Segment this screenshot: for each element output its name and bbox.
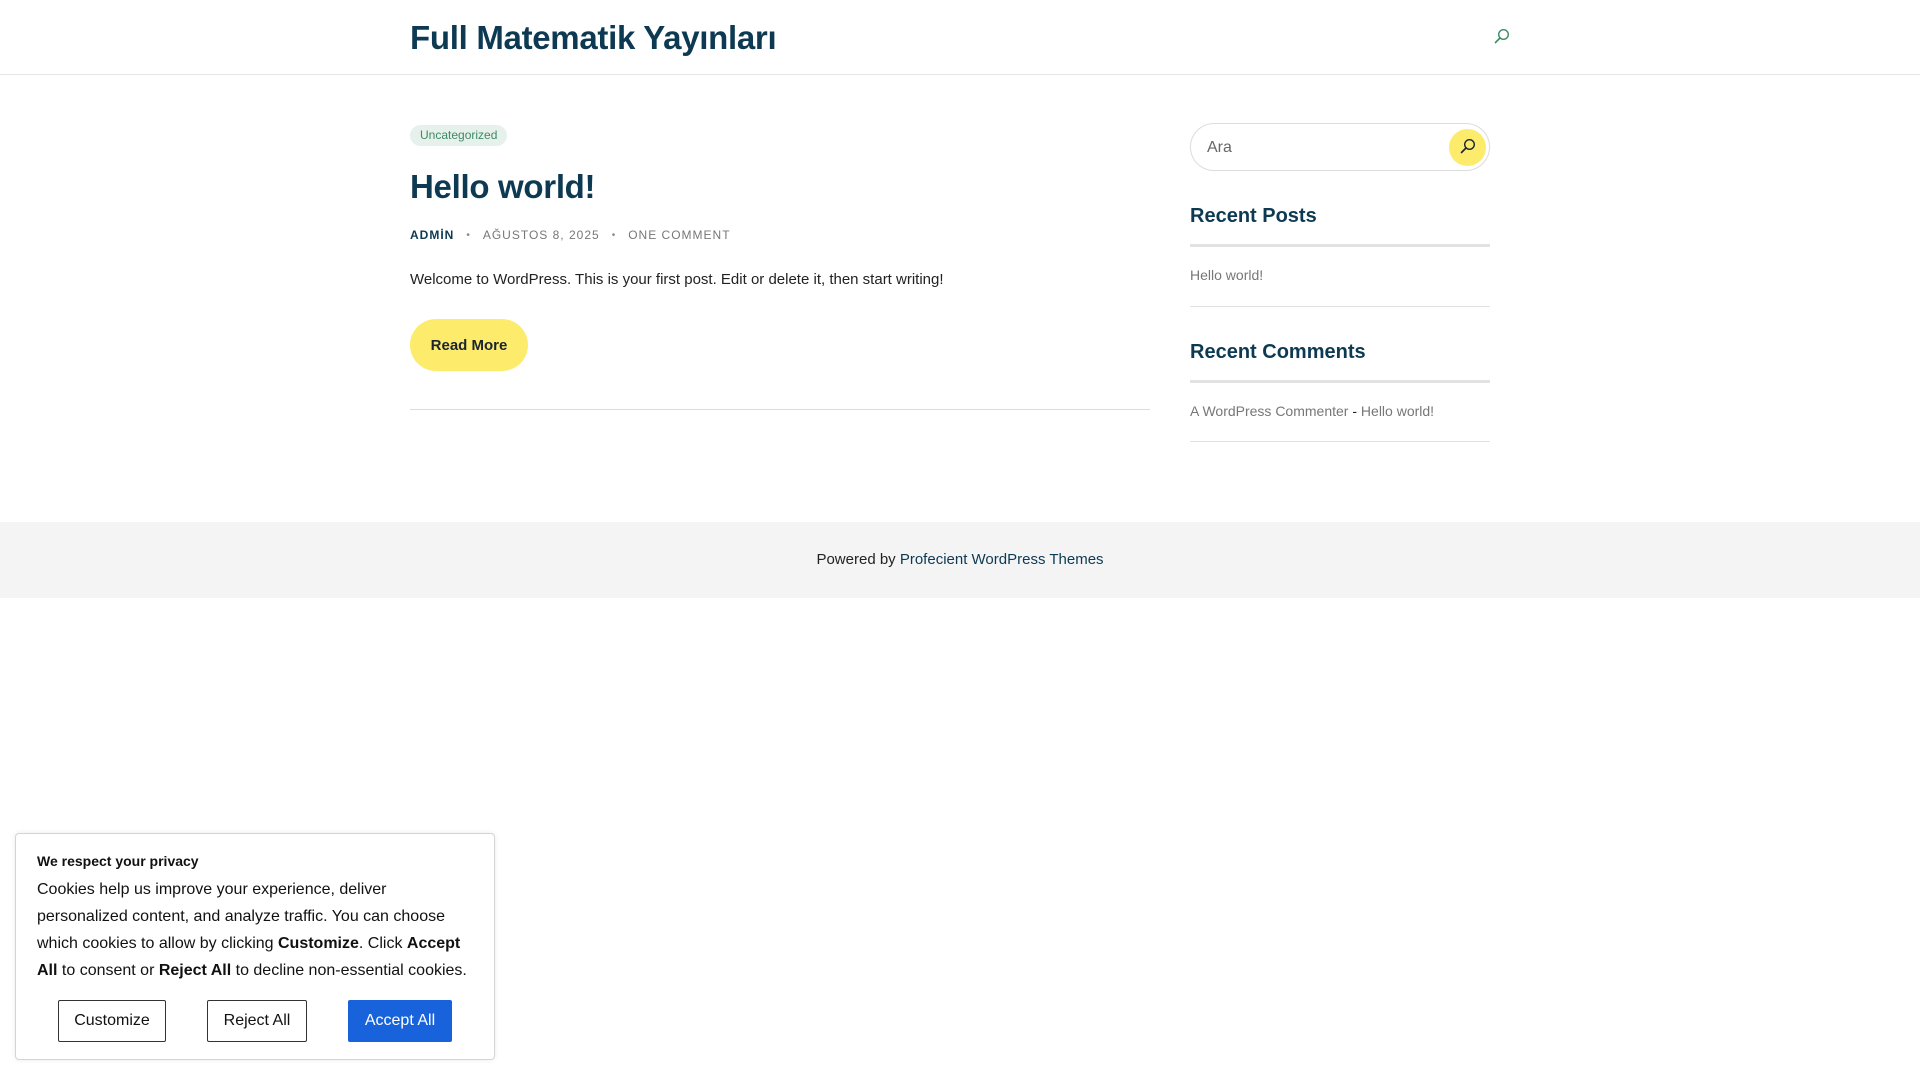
site-header: Full Matematik Yayınları xyxy=(0,0,1920,75)
post-comments-link[interactable]: ONE COMMENT xyxy=(628,228,730,242)
recent-posts-title: Recent Posts xyxy=(1190,205,1317,227)
search-input[interactable] xyxy=(1207,136,1427,160)
footer-prefix: Powered by xyxy=(816,551,900,568)
meta-separator: • xyxy=(466,229,471,241)
footer-credit: Powered by Profecient WordPress Themes xyxy=(0,551,1920,568)
widget-divider xyxy=(1190,244,1490,247)
post-excerpt: Welcome to WordPress. This is your first… xyxy=(410,271,944,288)
recent-post-item[interactable]: Hello world! xyxy=(1190,267,1263,283)
post-date[interactable]: AĞUSTOS 8, 2025 xyxy=(483,228,600,242)
widget-divider xyxy=(1190,306,1490,307)
search-icon[interactable] xyxy=(1492,26,1512,46)
site-footer: Powered by Profecient WordPress Themes xyxy=(0,522,1920,598)
post-title[interactable]: Hello world! xyxy=(410,168,596,206)
widget-divider xyxy=(1190,380,1490,383)
reject-all-button[interactable]: Reject All xyxy=(207,1000,307,1042)
cookie-consent-banner: We respect your privacy Cookies help us … xyxy=(15,833,495,1060)
sidebar-search-form xyxy=(1190,123,1490,171)
comment-post-link[interactable]: Hello world! xyxy=(1361,403,1434,419)
comment-author-link[interactable]: A WordPress Commenter xyxy=(1190,403,1348,419)
accept-all-button[interactable]: Accept All xyxy=(348,1000,452,1042)
recent-comments-title: Recent Comments xyxy=(1190,341,1366,363)
site-title[interactable]: Full Matematik Yayınları xyxy=(410,19,777,57)
recent-post-link[interactable]: Hello world! xyxy=(1190,267,1263,283)
meta-separator: • xyxy=(611,229,617,241)
comment-separator: - xyxy=(1348,403,1361,419)
cookie-description: Cookies help us improve your experience,… xyxy=(37,881,467,979)
category-badge[interactable]: Uncategorized xyxy=(410,125,508,146)
post-meta: ADMİN • AĞUSTOS 8, 2025 • ONE COMMENT xyxy=(410,228,731,242)
post-article: Uncategorized Hello world! ADMİN • AĞUST… xyxy=(410,122,1150,410)
recent-comment-item: A WordPress Commenter - Hello world! xyxy=(1190,403,1434,419)
search-icon xyxy=(1460,138,1476,157)
cookie-title: We respect your privacy xyxy=(37,853,199,869)
widget-divider xyxy=(1190,441,1490,442)
customize-button[interactable]: Customize xyxy=(58,1000,166,1042)
search-submit-button[interactable] xyxy=(1449,129,1486,166)
read-more-button[interactable]: Read More xyxy=(410,319,528,371)
footer-theme-link[interactable]: Profecient WordPress Themes xyxy=(900,551,1104,568)
post-author[interactable]: ADMİN xyxy=(410,228,454,242)
